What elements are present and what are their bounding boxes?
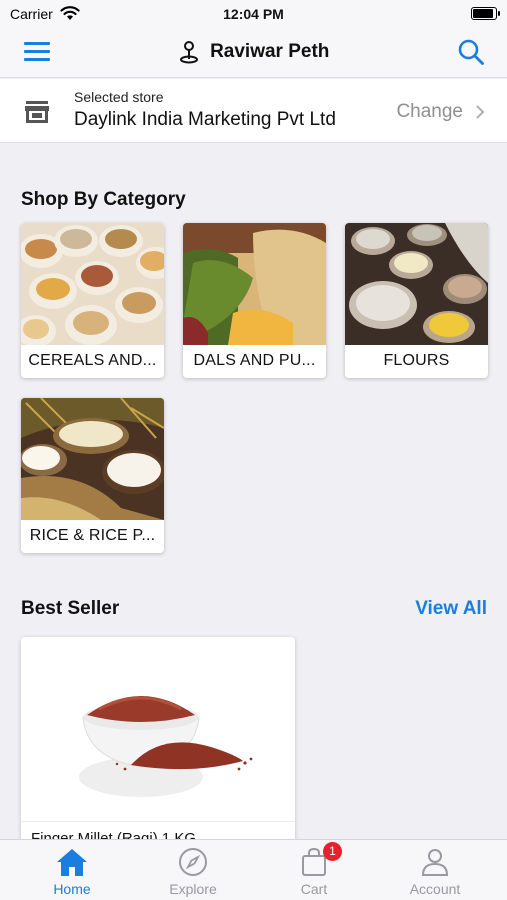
page-title: Raviwar Peth [210,41,330,62]
tab-account[interactable]: Account [372,840,498,900]
battery-icon [471,7,500,20]
store-name: Daylink India Marketing Pvt Ltd [74,109,336,130]
category-section-title: Shop By Category [21,189,186,210]
tab-label: Home [53,881,91,897]
product-divider [21,821,295,822]
search-icon[interactable] [457,38,485,66]
product-image-finger-millet [21,637,295,821]
location-title[interactable]: Raviwar Peth [0,40,507,64]
category-card-cereals[interactable]: CEREALS AND... [21,223,164,378]
category-card-flours[interactable]: FLOURS [345,223,488,378]
home-icon [57,849,87,876]
category-image-dals [183,223,326,345]
tab-cart[interactable]: 1 Cart [251,840,377,900]
view-all-link[interactable]: View All [415,598,487,620]
tab-home[interactable]: Home [9,840,135,900]
change-store-button[interactable]: Change [396,101,463,123]
category-label: RICE & RICE P... [29,527,156,544]
cart-badge: 1 [323,842,342,861]
nav-header: Raviwar Peth [0,28,507,78]
category-image-rice [21,398,164,520]
store-icon [25,101,49,123]
tab-explore[interactable]: Explore [130,840,256,900]
category-image-flours [345,223,488,345]
category-label: FLOURS [383,352,450,369]
store-label: Selected store [74,89,164,105]
status-bar: Carrier 12:04 PM [0,0,507,28]
category-card-rice[interactable]: RICE & RICE P... [21,398,164,553]
account-icon [421,849,449,876]
chevron-right-icon [476,105,485,119]
tab-label: Explore [169,881,217,897]
product-card[interactable]: Finger Millet (Ragi) 1 KG [21,637,295,857]
selected-store-bar[interactable]: Selected store Daylink India Marketing P… [0,79,507,143]
best-seller-section-title: Best Seller [21,598,120,619]
compass-icon [179,848,207,876]
tab-label: Cart [300,881,328,897]
category-card-dals[interactable]: DALS AND PU... [183,223,326,378]
tab-label: Account [409,881,461,897]
category-image-cereals [21,223,164,345]
category-label: CEREALS AND... [28,352,157,369]
status-time: 12:04 PM [223,6,284,22]
tab-bar: Home Explore 1 Cart Account [0,839,507,900]
category-label: DALS AND PU... [193,352,316,369]
map-pin-icon [179,41,198,64]
